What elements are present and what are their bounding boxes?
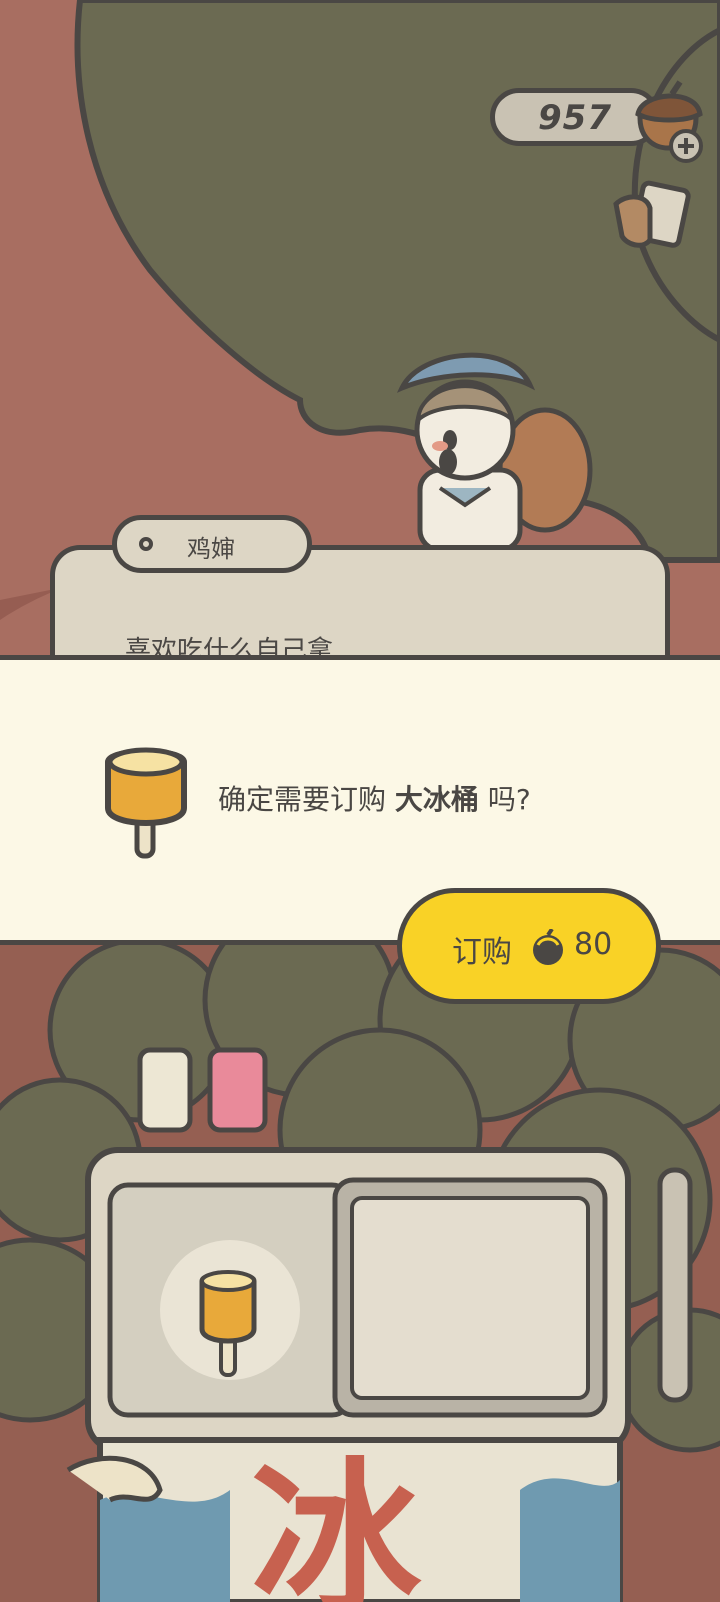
- confirm-prefix: 确定需要订购: [218, 783, 395, 816]
- freezer-sign: 冰: [226, 1455, 446, 1602]
- freezer-sign-char: 冰: [250, 1455, 421, 1602]
- confirm-message: 确定需要订购 大冰桶 吗?: [218, 778, 531, 818]
- buy-button-price: 80: [574, 927, 613, 962]
- speaker-name-tag: 鸡婶: [112, 515, 312, 573]
- confirm-item-name: 大冰桶: [394, 783, 479, 816]
- ice-pop-in-freezer: [199, 1270, 257, 1377]
- dialog-text: 喜欢吃什么自己拿: [125, 636, 334, 655]
- confirm-suffix: 吗?: [478, 783, 531, 816]
- buy-button[interactable]: 订购 80: [397, 888, 661, 1004]
- card-hand-icon[interactable]: [612, 180, 692, 256]
- plus-icon[interactable]: [668, 128, 704, 164]
- acorn-icon: [533, 929, 563, 965]
- buy-button-label: 订购: [452, 935, 512, 970]
- speaker-name: 鸡婶: [187, 535, 235, 563]
- currency-value: 957: [538, 98, 612, 138]
- speaker-dot-icon: [139, 537, 153, 551]
- ice-pop-icon: [105, 747, 187, 859]
